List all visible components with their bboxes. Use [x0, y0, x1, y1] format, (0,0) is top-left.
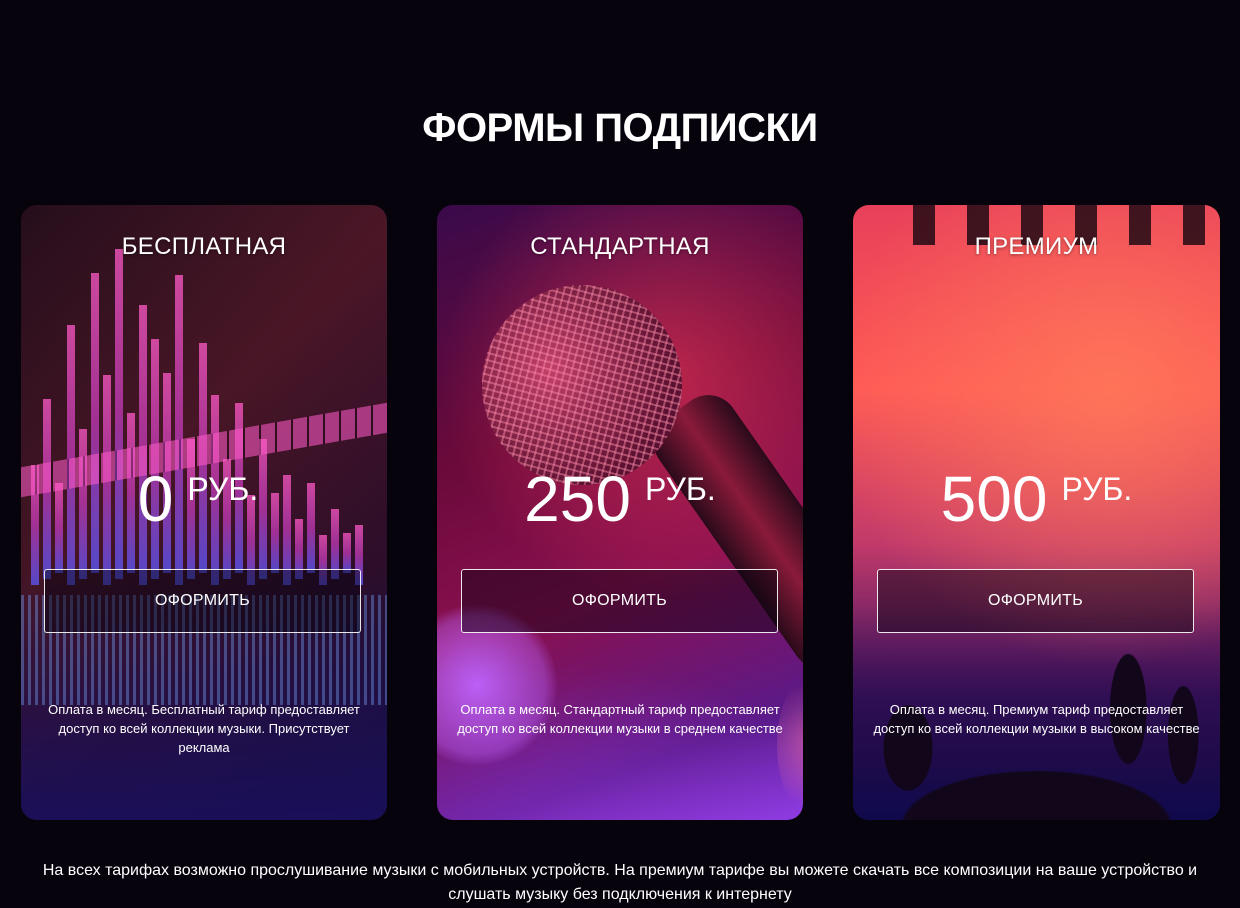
- price-value: 250: [524, 463, 631, 535]
- price-currency: РУБ.: [1061, 471, 1133, 507]
- plans-grid: БЕСПЛАТНАЯ 0 РУБ. ОФОРМИТЬ Оплата в месяц…: [21, 205, 1221, 820]
- price-value: 0: [137, 463, 174, 535]
- footer-note: На всех тарифах возможно прослушивание м…: [42, 862, 1198, 903]
- section-title: ФОРМЫ ПОДПИСКИ: [422, 106, 818, 150]
- subscription-page: ФОРМЫ ПОДПИСКИ БЕСПЛАТНАЯ 0 РУБ. ОФОРМИТЬ…: [0, 0, 1240, 908]
- plan-description: Оплата в месяц. Стандартный тариф предос…: [457, 702, 783, 736]
- plan-description: Оплата в месяц. Премиум тариф предоставл…: [873, 702, 1200, 736]
- plan-price: 250 РУБ.: [437, 463, 803, 535]
- price-currency: РУБ.: [187, 471, 259, 507]
- price-value: 500: [940, 463, 1048, 535]
- plan-card-content: БЕСПЛАТНАЯ 0 РУБ. ОФОРМИТЬ Оплата в месяц…: [21, 205, 387, 820]
- plan-card-standard: СТАНДАРТНАЯ 250 РУБ. ОФОРМИТЬ Оплата в ме…: [437, 205, 803, 820]
- plan-card-content: ПРЕМИУМ 500 РУБ. ОФОРМИТЬ Оплата в месяц.…: [853, 205, 1220, 820]
- plan-name: БЕСПЛАТНАЯ: [121, 233, 287, 260]
- plan-card-premium: ПРЕМИУМ 500 РУБ. ОФОРМИТЬ Оплата в месяц.…: [853, 205, 1220, 820]
- plan-card-free: БЕСПЛАТНАЯ 0 РУБ. ОФОРМИТЬ Оплата в месяц…: [21, 205, 387, 820]
- plan-card-content: СТАНДАРТНАЯ 250 РУБ. ОФОРМИТЬ Оплата в ме…: [437, 205, 803, 820]
- subscribe-premium-button[interactable]: ОФОРМИТЬ: [877, 569, 1194, 633]
- subscribe-standard-button[interactable]: ОФОРМИТЬ: [461, 569, 778, 633]
- plan-price: 500 РУБ.: [853, 463, 1220, 535]
- plan-name: ПРЕМИУМ: [974, 233, 1099, 260]
- plan-description: Оплата в месяц. Бесплатный тариф предост…: [48, 702, 360, 755]
- plan-name: СТАНДАРТНАЯ: [530, 233, 710, 260]
- plan-price: 0 РУБ.: [21, 463, 387, 535]
- price-currency: РУБ.: [644, 471, 716, 507]
- subscribe-free-button[interactable]: ОФОРМИТЬ: [44, 569, 361, 633]
